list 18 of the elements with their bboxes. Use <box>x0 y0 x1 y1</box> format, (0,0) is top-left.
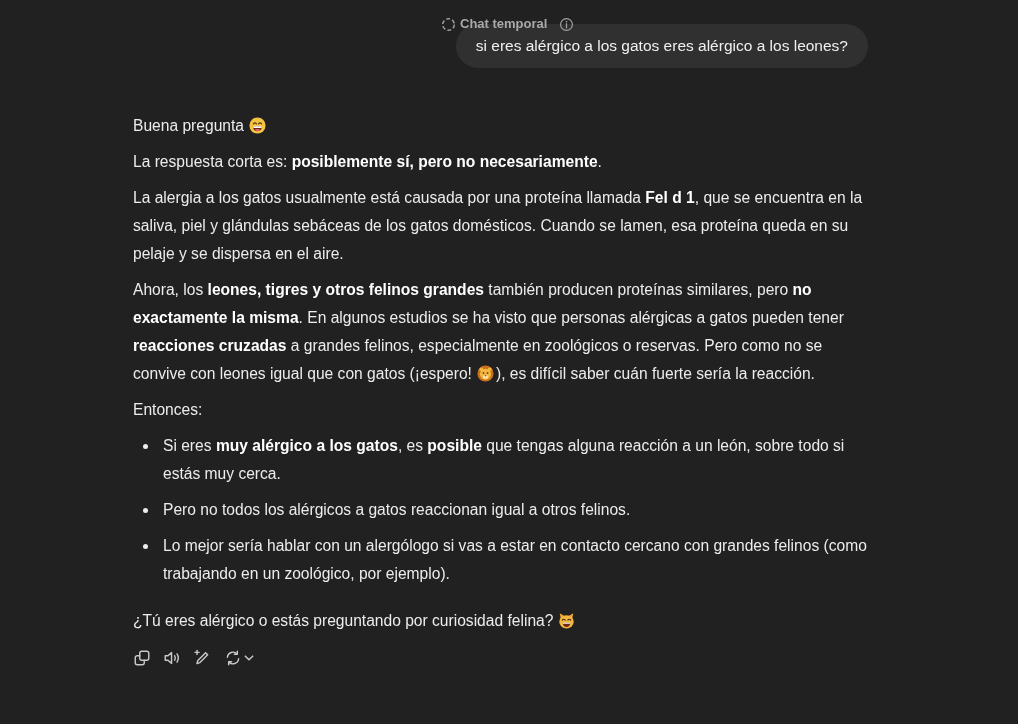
paragraph: ¿Tú eres alérgico o estás preguntando por curiosidad felina? <box>133 607 868 635</box>
paragraph: La alergia a los gatos usualmente está causada por una proteína llamada Fel d 1, que se encuentra en la saliva, piel y glándulas sebáceas de los gatos domésticos. Cuando se lamen, esa proteína queda en su pelaje y se dispersa en el aire. <box>133 188 864 264</box>
pencil-sparkle-icon <box>193 649 211 667</box>
bullet-icon <box>143 544 148 549</box>
paragraph: Buena pregunta <box>133 112 868 140</box>
paragraph: Ahora, los leones, tigres y otros felinos grandes también producen proteínas similares, pero no exactamente la misma. En algunos estudios se ha visto que personas alérgicas a gatos pueden tener reacciones cruzadas a grandes felinos, especialmente en zoológicos o reservas. Pero como no se convive con leones igual que con gatos (¡espero! ), es difícil saber cuán fuerte sería la reacción. <box>133 280 845 384</box>
bullet-icon <box>143 444 148 449</box>
dashed-circle-icon <box>441 16 456 32</box>
copy-icon <box>133 649 151 667</box>
speaker-icon <box>163 649 181 667</box>
paragraph: Entonces: <box>133 400 204 420</box>
bullet-icon <box>143 508 148 513</box>
chat-mode-title: Chat temporal <box>460 16 548 32</box>
list-item-text: Si eres muy alérgico a los gatos, es posible que tengas alguna reacción a un león, sobre todo si estás muy cerca. <box>163 436 846 484</box>
info-icon[interactable] <box>559 16 575 32</box>
list-item-text: Pero no todos los alérgicos a gatos reaccionan igual a otros felinos. <box>163 500 632 520</box>
paragraph: La respuesta corta es: posiblemente sí, pero no necesariamente. <box>133 152 603 172</box>
list-item-text: Lo mejor sería hablar con un alergólogo si vas a estar en contacto cercano con grandes felinos (como trabajando en un zoológico, por ejemplo). <box>163 536 868 584</box>
